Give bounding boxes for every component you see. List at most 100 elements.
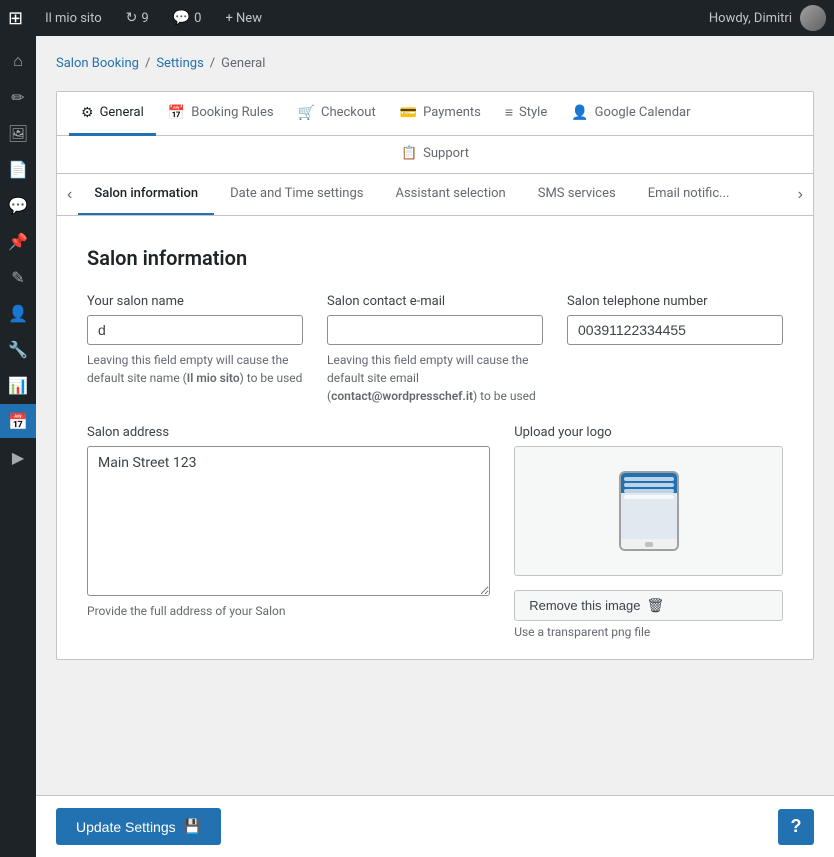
- sub-tab-date-time[interactable]: Date and Time settings: [214, 174, 379, 215]
- salon-phone-label: Salon telephone number: [567, 294, 783, 309]
- payments-tab-icon: 💳: [400, 105, 417, 121]
- sub-tab-email[interactable]: Email notific...: [632, 174, 746, 215]
- update-settings-button[interactable]: Update Settings 💾: [56, 808, 221, 845]
- salon-address-label: Salon address: [87, 425, 490, 440]
- sidebar-icon-media[interactable]: 🖼: [0, 116, 36, 150]
- updates-item[interactable]: ↻ 9: [120, 0, 155, 36]
- sidebar-icon-pencil[interactable]: ✎: [0, 260, 36, 294]
- tab-general[interactable]: ⚙ General: [69, 93, 156, 136]
- sidebar-icon-users[interactable]: 👤: [0, 296, 36, 330]
- sidebar-icon-comments[interactable]: 💬: [0, 188, 36, 222]
- sidebar-icon-stats[interactable]: 📊: [0, 368, 36, 402]
- sidebar-icon-wrench[interactable]: 🔧: [0, 332, 36, 366]
- admin-bar-right: Howdy, Dimitri: [709, 5, 826, 31]
- phone-bottom: [621, 539, 677, 549]
- sidebar-icon-pages[interactable]: 📄: [0, 152, 36, 186]
- style-tab-label: Style: [519, 105, 547, 120]
- salon-name-input[interactable]: [87, 315, 303, 345]
- salon-email-input[interactable]: [327, 315, 543, 345]
- breadcrumb-settings[interactable]: Settings: [156, 56, 203, 71]
- phone-screen-row-3: [624, 489, 674, 493]
- site-menu[interactable]: Il mio sito: [39, 0, 108, 36]
- sidebar-icon-posts[interactable]: ✏: [0, 80, 36, 114]
- salon-email-hint: Leaving this field empty will cause the …: [327, 351, 543, 405]
- checkout-tab-label: Checkout: [321, 105, 376, 120]
- upload-controls: Remove this image 🗑 Use a transparent pn…: [514, 590, 783, 639]
- content-area: Salon information Your salon name Leavin…: [57, 216, 813, 659]
- payments-tab-label: Payments: [423, 105, 481, 120]
- form-group-salon-email: Salon contact e-mail Leaving this field …: [327, 294, 543, 405]
- sub-tab-sms[interactable]: SMS services: [522, 174, 632, 215]
- sub-tabs-container: ‹ Salon information Date and Time settin…: [57, 174, 813, 216]
- salon-email-hint-bold: contact@wordpresschef.it: [331, 389, 473, 403]
- upload-logo-group: Upload your logo: [514, 425, 783, 639]
- phone-screen-row-1: [624, 477, 674, 481]
- support-tab-icon: 📋: [401, 146, 417, 161]
- form-group-salon-address: Salon address Main Street 123 Provide th…: [87, 425, 490, 620]
- sub-tabs: Salon information Date and Time settings…: [78, 174, 791, 215]
- style-tab-icon: ≡: [505, 104, 513, 121]
- comments-icon: 💬: [173, 10, 190, 26]
- main-content: Salon Booking / Settings / General ⚙ Gen…: [36, 36, 834, 857]
- help-label: ?: [791, 816, 802, 837]
- salon-name-hint-bold: Il mio sito: [187, 371, 240, 385]
- settings-card: ⚙ General 📅 Booking Rules 🛒 Checkout 💳 P…: [56, 91, 814, 660]
- sub-tab-salon-info[interactable]: Salon information: [78, 174, 214, 215]
- comments-item[interactable]: 💬 0: [167, 0, 208, 36]
- google-calendar-tab-icon: 👤: [571, 105, 588, 121]
- salon-address-group: Salon address Main Street 123 Provide th…: [87, 425, 490, 620]
- breadcrumb-salon-booking[interactable]: Salon Booking: [56, 56, 139, 71]
- sub-tabs-prev-button[interactable]: ‹: [61, 178, 78, 212]
- help-button[interactable]: ?: [778, 809, 814, 845]
- sidebar: ⌂ ✏ 🖼 📄 💬 📌 ✎ 👤 🔧 📊 📅 ▶: [0, 36, 36, 857]
- salon-phone-input[interactable]: [567, 315, 783, 345]
- section-title: Salon information: [87, 246, 783, 270]
- general-tab-icon: ⚙: [81, 105, 94, 121]
- greet-text: Howdy, Dimitri: [709, 11, 792, 26]
- tab-support[interactable]: 📋 Support: [389, 136, 481, 174]
- sidebar-icon-play[interactable]: ▶: [0, 440, 36, 474]
- comments-count: 0: [194, 11, 201, 26]
- breadcrumb-current: General: [221, 56, 265, 71]
- phone-screen-row-4: [624, 495, 674, 499]
- avatar[interactable]: [800, 5, 826, 31]
- wp-logo-icon[interactable]: ⊞: [8, 8, 23, 29]
- form-row-1: Your salon name Leaving this field empty…: [87, 294, 783, 405]
- salon-address-hint: Provide the full address of your Salon: [87, 602, 490, 620]
- trash-icon: 🗑: [646, 597, 664, 614]
- sidebar-icon-booking[interactable]: 📅: [0, 404, 36, 438]
- form-group-upload-logo: Upload your logo: [514, 425, 783, 639]
- salon-name-hint: Leaving this field empty will cause the …: [87, 351, 303, 387]
- tab-checkout[interactable]: 🛒 Checkout: [286, 93, 388, 136]
- booking-rules-tab-icon: 📅: [168, 105, 185, 121]
- update-settings-label: Update Settings: [76, 819, 176, 835]
- save-icon: 💾: [184, 818, 201, 835]
- phone-screen-row-2: [624, 483, 674, 487]
- new-label: + New: [225, 11, 262, 26]
- breadcrumb: Salon Booking / Settings / General: [56, 56, 814, 71]
- support-tab-label: Support: [423, 146, 469, 161]
- upload-logo-label: Upload your logo: [514, 425, 783, 440]
- updates-count: 9: [141, 11, 148, 26]
- tab-style[interactable]: ≡ Style: [493, 92, 559, 136]
- sub-tabs-next-button[interactable]: ›: [792, 178, 809, 212]
- tab-google-calendar[interactable]: 👤 Google Calendar: [559, 93, 702, 136]
- tab-booking-rules[interactable]: 📅 Booking Rules: [156, 93, 286, 136]
- upload-area[interactable]: [514, 446, 783, 576]
- remove-image-button[interactable]: Remove this image 🗑: [514, 590, 783, 621]
- booking-rules-tab-label: Booking Rules: [191, 105, 273, 120]
- bottom-bar: Update Settings 💾 ?: [36, 795, 834, 857]
- form-group-salon-name: Your salon name Leaving this field empty…: [87, 294, 303, 387]
- sub-tab-assistant[interactable]: Assistant selection: [379, 174, 521, 215]
- salon-address-textarea[interactable]: Main Street 123: [87, 446, 490, 596]
- phone-screen: [621, 473, 677, 539]
- sidebar-icon-dashboard[interactable]: ⌂: [0, 44, 36, 78]
- remove-image-label: Remove this image: [529, 598, 640, 613]
- tab-payments[interactable]: 💳 Payments: [388, 93, 493, 136]
- support-tabs: 📋 Support: [57, 136, 813, 174]
- breadcrumb-sep1: /: [145, 56, 150, 71]
- salon-email-label: Salon contact e-mail: [327, 294, 543, 309]
- sidebar-icon-pins[interactable]: 📌: [0, 224, 36, 258]
- salon-name-label: Your salon name: [87, 294, 303, 309]
- new-item[interactable]: + New: [219, 0, 268, 36]
